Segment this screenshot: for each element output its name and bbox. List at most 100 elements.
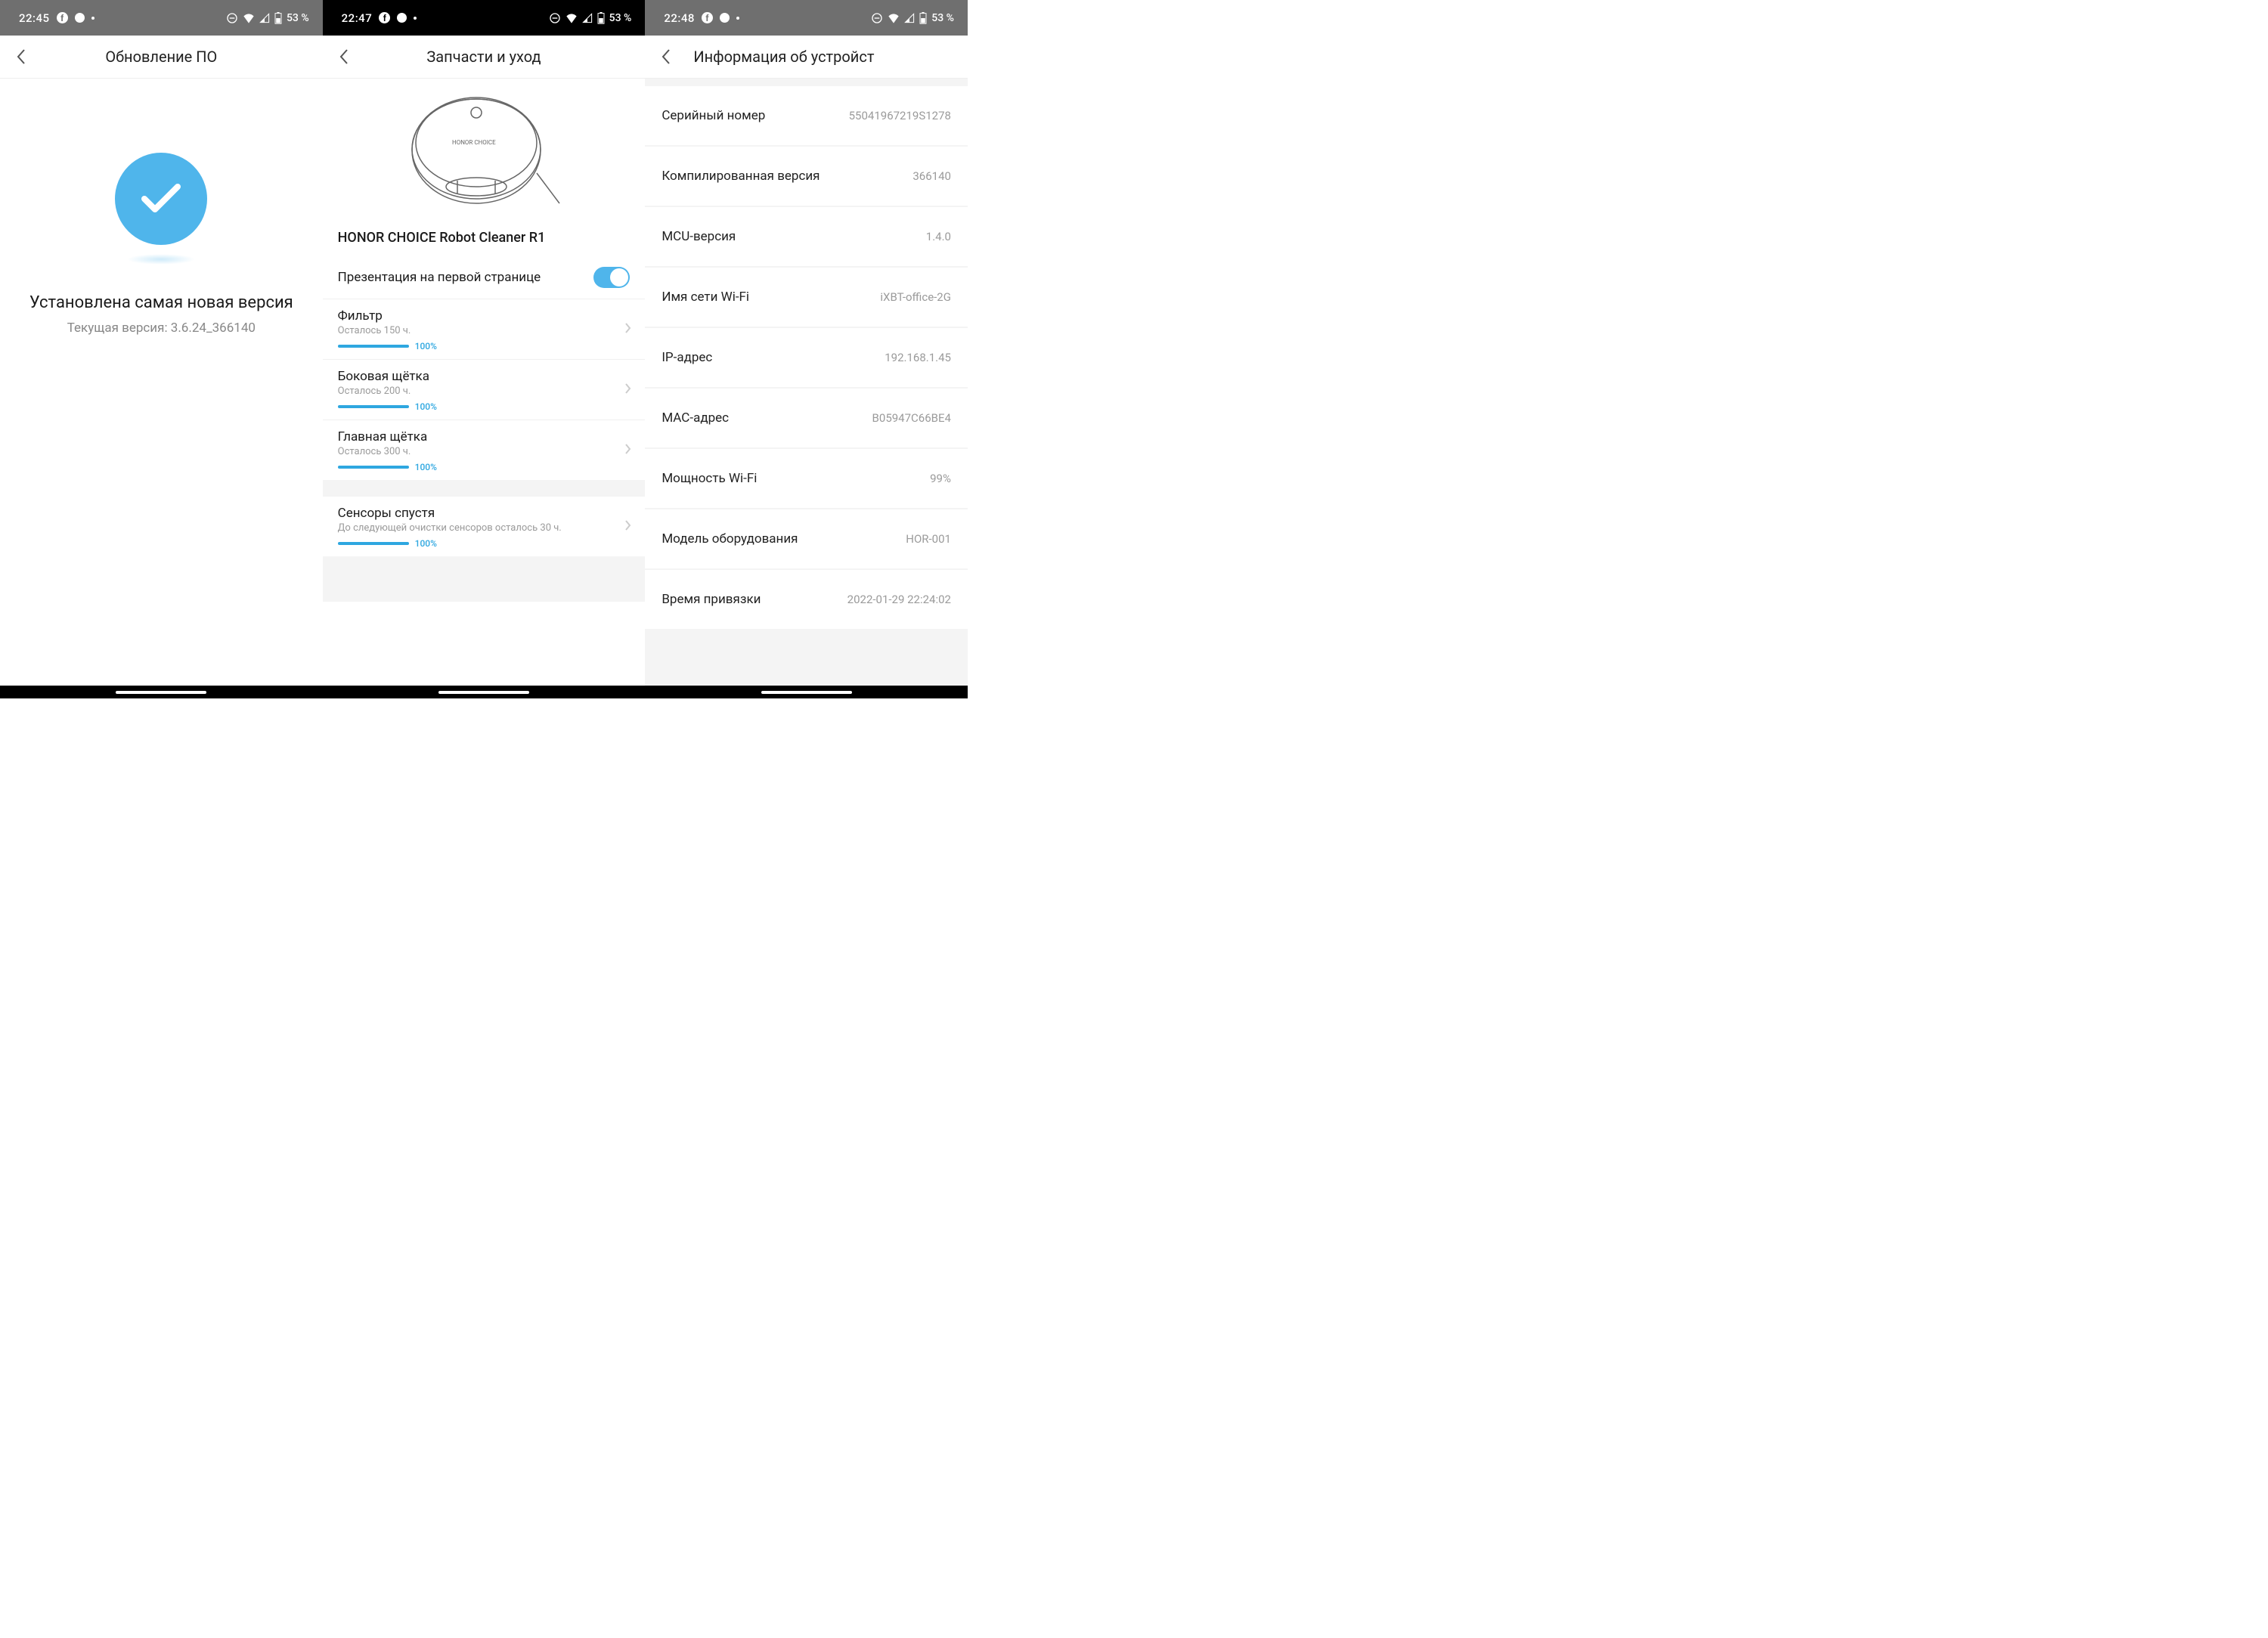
info-value: 366140 — [912, 169, 951, 183]
facebook-icon: f — [57, 12, 68, 23]
dnd-icon — [226, 12, 238, 24]
current-version-text: Текущая версия: 3.6.24_366140 — [67, 320, 256, 336]
more-dot-icon — [91, 17, 94, 20]
part-row-sensors[interactable]: Сенсоры спустя До следующей очистки сенс… — [323, 497, 646, 556]
notification-dot-icon — [397, 13, 407, 23]
status-time: 22:45 — [19, 11, 50, 25]
battery-icon — [919, 12, 927, 24]
info-row-mcu: MCU-версия 1.4.0 — [645, 207, 968, 266]
part-percent: 100% — [415, 462, 437, 472]
info-value: 1.4.0 — [926, 230, 951, 243]
status-time: 22:47 — [342, 11, 373, 25]
svg-text:HONOR CHOICE: HONOR CHOICE — [452, 139, 496, 146]
page-title: Запчасти и уход — [332, 48, 637, 66]
device-name: HONOR CHOICE Robot Cleaner R1 — [323, 230, 646, 256]
navbar[interactable] — [323, 686, 646, 698]
header: Обновление ПО — [0, 36, 323, 79]
dnd-icon — [549, 12, 561, 24]
checkmark-icon — [115, 153, 207, 245]
signal-icon — [259, 13, 270, 23]
part-percent: 100% — [415, 538, 437, 549]
notification-dot-icon — [720, 13, 730, 23]
part-remaining: Осталось 300 ч. — [338, 446, 631, 457]
part-name: Фильтр — [338, 308, 631, 324]
info-row-ssid: Имя сети Wi-Fi iXBT-office-2G — [645, 268, 968, 327]
device-illustration: HONOR CHOICE — [323, 79, 646, 230]
info-label: Модель оборудования — [662, 531, 798, 547]
part-row-main-brush[interactable]: Главная щётка Осталось 300 ч. 100% — [323, 420, 646, 480]
facebook-icon: f — [702, 12, 713, 23]
dnd-icon — [871, 12, 883, 24]
info-row-model: Модель оборудования HOR-001 — [645, 509, 968, 568]
info-value: B05947C66BE4 — [872, 411, 951, 425]
chevron-right-icon — [624, 322, 631, 337]
back-button[interactable] — [654, 45, 678, 69]
info-label: MAC-адрес — [662, 410, 729, 426]
more-dot-icon — [414, 17, 417, 20]
part-remaining: Осталось 200 ч. — [338, 386, 631, 397]
navbar[interactable] — [0, 686, 323, 698]
battery-text: 53 % — [931, 12, 954, 24]
presentation-toggle-row: Презентация на первой странице — [323, 256, 646, 299]
statusbar: 22:48 f 53 % — [645, 0, 968, 36]
part-remaining: До следующей очистки сенсоров осталось 3… — [338, 522, 631, 534]
info-row-mac: MAC-адрес B05947C66BE4 — [645, 389, 968, 447]
part-name: Боковая щётка — [338, 369, 631, 384]
info-value: 192.168.1.45 — [885, 351, 951, 364]
info-label: Мощность Wi-Fi — [662, 471, 757, 486]
header: Запчасти и уход — [323, 36, 646, 79]
more-dot-icon — [736, 17, 739, 20]
signal-icon — [582, 13, 593, 23]
part-percent: 100% — [415, 341, 437, 351]
info-value: 2022-01-29 22:24:02 — [847, 593, 951, 606]
signal-icon — [904, 13, 915, 23]
header: Информация об устройст — [645, 36, 968, 79]
info-value: HOR-001 — [906, 532, 951, 546]
presentation-toggle[interactable] — [593, 267, 630, 288]
part-row-side-brush[interactable]: Боковая щётка Осталось 200 ч. 100% — [323, 360, 646, 420]
info-row-compiled: Компилированная версия 366140 — [645, 147, 968, 206]
info-label: IP-адрес — [662, 350, 712, 365]
chevron-right-icon — [624, 382, 631, 398]
wifi-icon — [243, 13, 255, 23]
screen-device-info: 22:48 f 53 % Информация об устройст Сери… — [645, 0, 968, 698]
facebook-icon: f — [379, 12, 390, 23]
info-label: Время привязки — [662, 592, 761, 607]
notification-dot-icon — [75, 13, 85, 23]
update-status-text: Установлена самая новая версия — [14, 292, 308, 314]
wifi-icon — [888, 13, 900, 23]
status-time: 22:48 — [664, 11, 695, 25]
part-row-filter[interactable]: Фильтр Осталось 150 ч. 100% — [323, 299, 646, 360]
screen-software-update: 22:45 f 53 % Обновление ПО Установлена с… — [0, 0, 323, 698]
shadow — [127, 254, 195, 265]
info-value: 99% — [930, 472, 951, 485]
toggle-label: Презентация на первой странице — [338, 270, 541, 285]
part-name: Сенсоры спустя — [338, 506, 631, 521]
info-label: Серийный номер — [662, 108, 765, 123]
info-label: MCU-версия — [662, 229, 736, 244]
statusbar: 22:47 f 53 % — [323, 0, 646, 36]
battery-text: 53 % — [287, 12, 309, 24]
back-button[interactable] — [9, 45, 33, 69]
section-gap — [323, 480, 646, 497]
battery-text: 53 % — [609, 12, 632, 24]
wifi-icon — [565, 13, 578, 23]
info-label: Имя сети Wi-Fi — [662, 290, 749, 305]
page-title: Обновление ПО — [9, 48, 314, 66]
back-button[interactable] — [332, 45, 356, 69]
info-row-wifi-power: Мощность Wi-Fi 99% — [645, 449, 968, 508]
statusbar: 22:45 f 53 % — [0, 0, 323, 36]
part-remaining: Осталось 150 ч. — [338, 325, 631, 336]
navbar[interactable] — [645, 686, 968, 698]
battery-icon — [597, 12, 605, 24]
battery-icon — [274, 12, 282, 24]
part-percent: 100% — [415, 401, 437, 412]
section-gap — [323, 556, 646, 602]
screen-parts-care: 22:47 f 53 % Запчасти и уход — [323, 0, 646, 698]
info-row-ip: IP-адрес 192.168.1.45 — [645, 328, 968, 387]
info-row-bind-time: Время привязки 2022-01-29 22:24:02 — [645, 570, 968, 629]
chevron-right-icon — [624, 519, 631, 534]
info-row-serial: Серийный номер 55041967219S1278 — [645, 86, 968, 145]
info-value: 55041967219S1278 — [849, 109, 951, 122]
part-name: Главная щётка — [338, 429, 631, 444]
